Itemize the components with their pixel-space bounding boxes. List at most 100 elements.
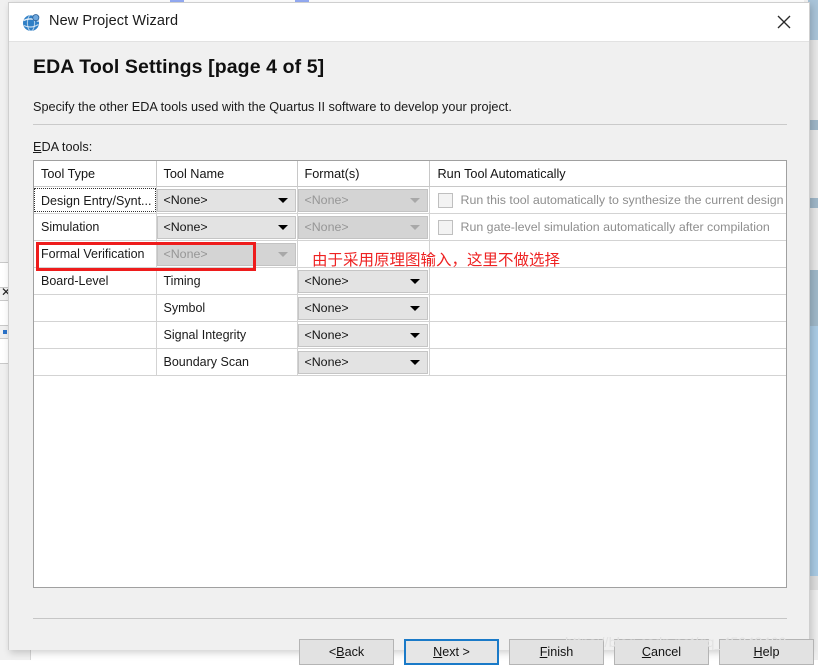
cell-run-automatically[interactable] [429, 294, 786, 322]
format-dropdown[interactable]: <None> [297, 269, 428, 293]
cell-tool-type[interactable] [34, 321, 157, 349]
dialog-button-row: < Back Next > Finish Cancel Help [299, 639, 814, 665]
back-button[interactable]: < Back [299, 639, 394, 665]
table-row[interactable]: Formal Verification <None> [34, 240, 786, 268]
cancel-button-accel: C [641, 645, 651, 659]
cell-format[interactable] [297, 240, 430, 268]
column-header-formats[interactable]: Format(s) [297, 161, 430, 187]
background-marker-dot [3, 330, 7, 334]
tool-name-value: Boundary Scan [163, 355, 249, 369]
cell-format[interactable]: <None> [297, 186, 430, 214]
run-automatically-row[interactable]: Run gate-level simulation automatically … [430, 214, 787, 240]
finish-button[interactable]: Finish [509, 639, 604, 665]
table-row[interactable]: Boundary Scan <None> [34, 348, 786, 376]
format-dropdown[interactable]: <None> [297, 188, 428, 212]
page-description: Specify the other EDA tools used with th… [33, 100, 512, 114]
chevron-down-icon [277, 198, 288, 203]
cell-format[interactable]: <None> [297, 213, 430, 241]
format-value: <None> [304, 328, 349, 342]
chevron-down-icon [409, 333, 420, 338]
cell-tool-name[interactable]: Signal Integrity [156, 321, 298, 349]
cell-tool-type[interactable] [34, 294, 157, 322]
close-icon[interactable] [767, 8, 801, 36]
cell-run-automatically[interactable]: Run this tool automatically to synthesiz… [429, 186, 787, 214]
cell-run-automatically[interactable] [429, 267, 786, 295]
tool-name-value: Timing [163, 274, 201, 288]
cell-tool-name[interactable]: Symbol [156, 294, 298, 322]
chevron-down-icon [277, 252, 288, 257]
cell-run-automatically[interactable]: Run gate-level simulation automatically … [429, 213, 787, 241]
chevron-down-icon [277, 225, 288, 230]
format-dropdown[interactable]: <None> [297, 215, 428, 239]
new-project-wizard-dialog: New Project Wizard EDA Tool Settings [pa… [8, 2, 814, 665]
cell-tool-type[interactable]: Board-Level [34, 267, 157, 295]
table-row[interactable]: Simulation <None> <None> Run gate-level … [34, 213, 787, 241]
cell-tool-type[interactable]: Design Entry/Synt... [34, 186, 157, 214]
cell-tool-name[interactable]: Timing [156, 267, 298, 295]
tool-name-dropdown[interactable]: <None> [156, 215, 296, 239]
table-row[interactable]: Board-Level Timing <None> [34, 267, 786, 295]
table-header-row: Tool Type Tool Name Format(s) Run Tool A… [34, 161, 786, 187]
eda-tools-label: EDA tools: [33, 140, 92, 154]
cell-format[interactable]: <None> [297, 321, 430, 349]
cell-tool-name[interactable]: <None> [156, 213, 298, 241]
tool-name-value: <None> [163, 193, 208, 207]
format-value: <None> [304, 301, 349, 315]
chevron-down-icon [409, 279, 420, 284]
tool-type-value: Design Entry/Synt... [34, 188, 156, 212]
format-dropdown[interactable]: <None> [297, 296, 428, 320]
cell-run-automatically[interactable] [429, 348, 786, 376]
eda-tools-label-rest: DA tools: [41, 140, 93, 154]
run-automatically-checkbox[interactable] [437, 219, 453, 235]
cancel-button[interactable]: Cancel [614, 639, 709, 665]
next-button-suffix: ext > [442, 645, 470, 659]
cell-tool-type[interactable] [34, 348, 157, 376]
tool-name-dropdown[interactable]: <None> [156, 242, 296, 266]
next-button[interactable]: Next > [404, 639, 499, 665]
run-automatically-row[interactable]: Run this tool automatically to synthesiz… [430, 187, 787, 213]
tool-name-value: <None> [163, 247, 208, 261]
tool-type-value: Board-Level [41, 274, 109, 288]
cell-tool-name[interactable]: Boundary Scan [156, 348, 298, 376]
cell-run-automatically[interactable] [429, 240, 786, 268]
eda-tools-table[interactable]: Tool Type Tool Name Format(s) Run Tool A… [33, 160, 787, 588]
column-header-tool-name[interactable]: Tool Name [156, 161, 298, 187]
cell-tool-name[interactable]: <None> [156, 240, 298, 268]
table-row[interactable]: Design Entry/Synt... <None> <None> Run t… [34, 186, 787, 214]
format-value: <None> [304, 355, 349, 369]
run-automatically-label: Run this tool automatically to synthesiz… [460, 193, 784, 207]
back-button-prefix: < [328, 645, 337, 659]
cell-format[interactable]: <None> [297, 294, 430, 322]
cell-tool-name[interactable]: <None> [156, 186, 298, 214]
cancel-button-suffix: ancel [651, 645, 682, 659]
quartus-globe-icon [22, 13, 41, 32]
cell-format[interactable]: <None> [297, 348, 430, 376]
top-separator [33, 124, 787, 125]
format-dropdown[interactable]: <None> [297, 350, 428, 374]
column-header-tool-type[interactable]: Tool Type [34, 161, 157, 187]
format-value: <None> [304, 220, 349, 234]
table-row[interactable]: Signal Integrity <None> [34, 321, 786, 349]
bottom-separator [33, 618, 787, 619]
finish-button-accel: F [539, 645, 548, 659]
back-button-suffix: ack [344, 645, 365, 659]
run-automatically-label: Run gate-level simulation automatically … [460, 220, 770, 234]
format-dropdown[interactable]: <None> [297, 323, 428, 347]
tool-name-dropdown[interactable]: <None> [156, 188, 296, 212]
help-button-accel: H [753, 645, 763, 659]
screen: ✕ New Project Wizard EDA Tool Settings [… [0, 0, 818, 665]
run-automatically-checkbox[interactable] [437, 192, 453, 208]
help-button-suffix: elp [762, 645, 780, 659]
cell-run-automatically[interactable] [429, 321, 786, 349]
cell-format[interactable]: <None> [297, 267, 430, 295]
cell-tool-type[interactable]: Formal Verification [34, 240, 157, 268]
finish-button-suffix: inish [547, 645, 574, 659]
column-header-run-tool-automatically[interactable]: Run Tool Automatically [429, 161, 786, 187]
help-button[interactable]: Help [719, 639, 814, 665]
tool-name-value: <None> [163, 220, 208, 234]
cell-tool-type[interactable]: Simulation [34, 213, 157, 241]
table-body: Design Entry/Synt... <None> <None> Run t… [34, 186, 787, 376]
table-row[interactable]: Symbol <None> [34, 294, 786, 322]
format-value: <None> [304, 274, 349, 288]
chevron-down-icon [409, 360, 420, 365]
